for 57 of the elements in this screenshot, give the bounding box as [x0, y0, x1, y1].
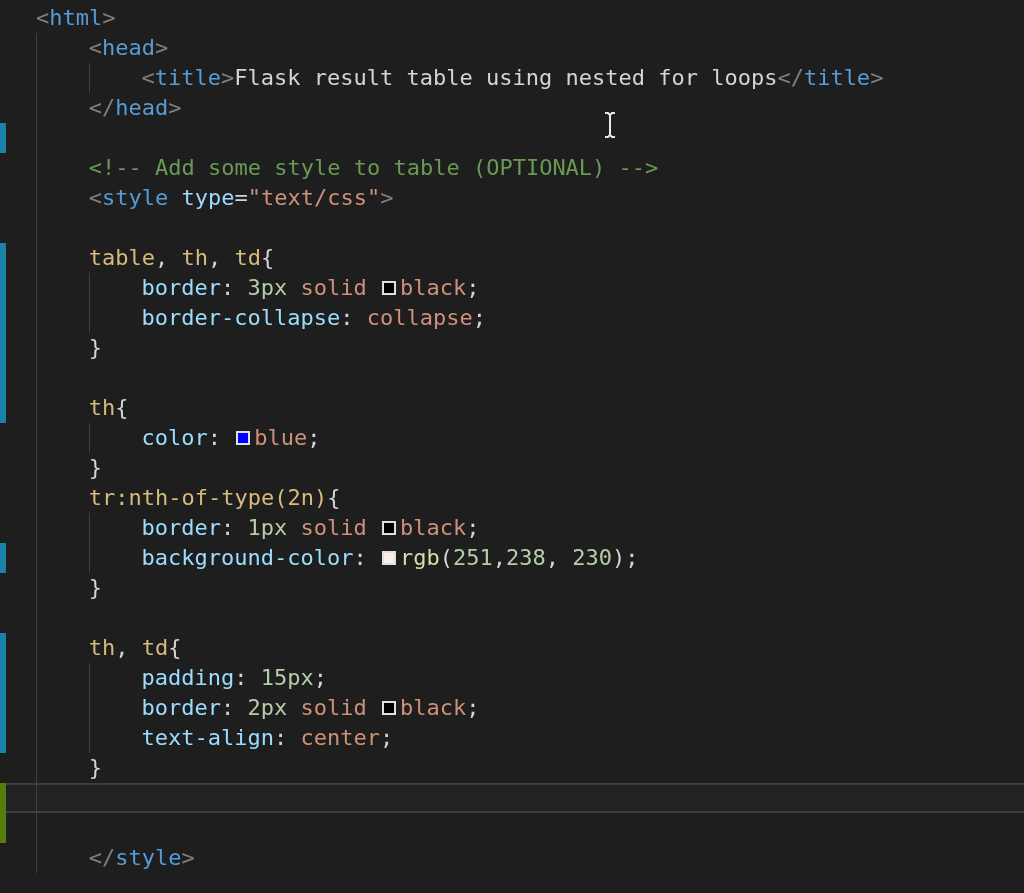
code-text: <title>Flask result table using nested for loops</title>: [141, 64, 884, 92]
code-line[interactable]: border: 2px solid black;: [0, 693, 1024, 723]
code-text: th, td{: [88, 634, 182, 662]
code-line[interactable]: background-color: rgb(251,238, 230);: [0, 543, 1024, 573]
code-text: black;: [400, 514, 480, 542]
code-text: padding: 15px;: [141, 664, 328, 692]
code-text: text-align: center;: [141, 724, 394, 752]
code-line[interactable]: <head>: [0, 33, 1024, 63]
code-line[interactable]: }: [0, 333, 1024, 363]
code-text: black;: [400, 274, 480, 302]
code-line[interactable]: border: 1px solid black;: [0, 513, 1024, 543]
code-line[interactable]: border-collapse: collapse;: [0, 303, 1024, 333]
code-text: background-color:: [141, 544, 368, 572]
text-cursor-icon: [604, 112, 616, 138]
code-line[interactable]: }: [0, 573, 1024, 603]
code-text: border: 1px solid: [141, 514, 368, 542]
code-line[interactable]: <title>Flask result table using nested for loops</title>: [0, 63, 1024, 93]
code-line[interactable]: tr:nth-of-type(2n){: [0, 483, 1024, 513]
code-line[interactable]: <html>: [0, 3, 1024, 33]
code-text: <html>: [36, 4, 116, 32]
code-text: }: [88, 454, 103, 482]
code-line[interactable]: }: [0, 453, 1024, 483]
code-line[interactable]: text-align: center;: [0, 723, 1024, 753]
color-swatch-icon[interactable]: [236, 431, 251, 445]
color-swatch-icon[interactable]: [382, 551, 396, 565]
code-text: border-collapse: collapse;: [141, 304, 486, 332]
code-text: blue;: [254, 424, 321, 452]
code-line[interactable]: </style>: [0, 843, 1024, 873]
code-text: <!-- Add some style to table (OPTIONAL) -->: [88, 154, 659, 182]
code-text: th{: [88, 394, 129, 422]
code-line[interactable]: <!-- Add some style to table (OPTIONAL) -->: [0, 153, 1024, 183]
code-text: }: [88, 334, 103, 362]
code-text: </head>: [88, 94, 182, 122]
color-swatch-icon[interactable]: [382, 701, 397, 715]
code-text: tr:nth-of-type(2n){: [88, 484, 341, 512]
code-text: rgb(251,238, 230);: [400, 544, 639, 572]
code-line[interactable]: table, th, td{: [0, 243, 1024, 273]
code-text: <style type="text/css">: [88, 184, 394, 212]
code-text: black;: [400, 694, 480, 722]
code-line[interactable]: th, td{: [0, 633, 1024, 663]
code-text: table, th, td{: [88, 244, 275, 272]
code-text: }: [88, 574, 103, 602]
code-text: <head>: [88, 34, 169, 62]
color-swatch-icon[interactable]: [382, 281, 397, 295]
code-line[interactable]: color: blue;: [0, 423, 1024, 453]
code-line[interactable]: }: [0, 753, 1024, 783]
code-line[interactable]: <style type="text/css">: [0, 183, 1024, 213]
code-text: color:: [141, 424, 223, 452]
code-line[interactable]: padding: 15px;: [0, 663, 1024, 693]
code-text: border: 2px solid: [141, 694, 368, 722]
code-line[interactable]: th{: [0, 393, 1024, 423]
code-text: border: 3px solid: [141, 274, 368, 302]
code-line[interactable]: </head>: [0, 93, 1024, 123]
code-line[interactable]: border: 3px solid black;: [0, 273, 1024, 303]
color-swatch-icon[interactable]: [382, 521, 397, 535]
code-text: }: [88, 754, 103, 782]
code-text: </style>: [88, 844, 195, 872]
